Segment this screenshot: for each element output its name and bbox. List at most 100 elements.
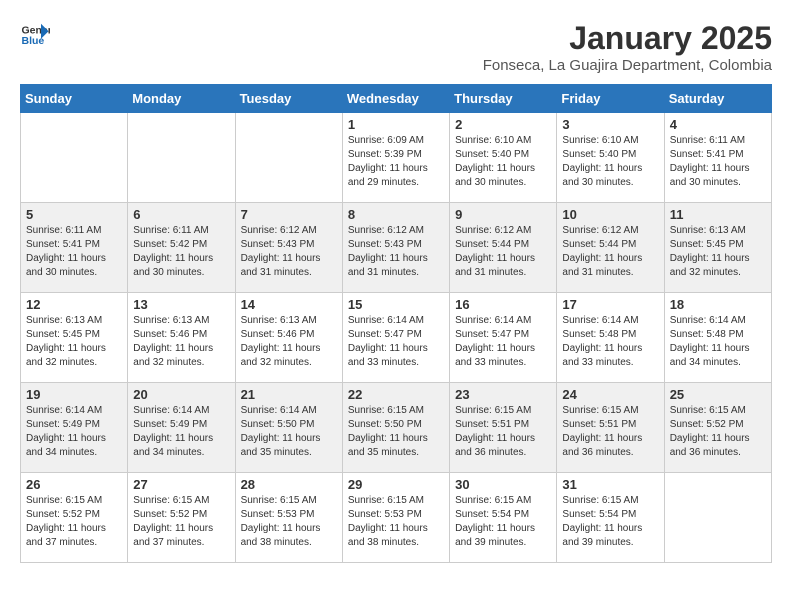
calendar-cell: 20 Sunrise: 6:14 AM Sunset: 5:49 PM Dayli… [128, 383, 235, 473]
day-info: Sunrise: 6:14 AM Sunset: 5:47 PM Dayligh… [455, 314, 551, 370]
day-number: 20 [133, 387, 229, 402]
day-info: Sunrise: 6:09 AM Sunset: 5:39 PM Dayligh… [348, 134, 444, 190]
day-info: Sunrise: 6:12 AM Sunset: 5:44 PM Dayligh… [455, 224, 551, 280]
calendar-cell: 26 Sunrise: 6:15 AM Sunset: 5:52 PM Dayli… [21, 473, 128, 563]
day-number: 17 [562, 297, 658, 312]
calendar-cell: 31 Sunrise: 6:15 AM Sunset: 5:54 PM Dayli… [557, 473, 664, 563]
calendar-cell: 17 Sunrise: 6:14 AM Sunset: 5:48 PM Dayli… [557, 293, 664, 383]
day-number: 19 [26, 387, 122, 402]
day-number: 24 [562, 387, 658, 402]
day-info: Sunrise: 6:14 AM Sunset: 5:48 PM Dayligh… [562, 314, 658, 370]
day-number: 12 [26, 297, 122, 312]
calendar-cell: 13 Sunrise: 6:13 AM Sunset: 5:46 PM Dayli… [128, 293, 235, 383]
title-block: January 2025 Fonseca, La Guajira Departm… [483, 20, 772, 74]
svg-text:Blue: Blue [22, 35, 45, 47]
day-info: Sunrise: 6:15 AM Sunset: 5:54 PM Dayligh… [455, 494, 551, 550]
day-info: Sunrise: 6:13 AM Sunset: 5:46 PM Dayligh… [241, 314, 337, 370]
day-info: Sunrise: 6:15 AM Sunset: 5:50 PM Dayligh… [348, 404, 444, 460]
day-number: 31 [562, 477, 658, 492]
calendar-cell: 9 Sunrise: 6:12 AM Sunset: 5:44 PM Daylig… [450, 203, 557, 293]
day-number: 28 [241, 477, 337, 492]
calendar-week-row: 19 Sunrise: 6:14 AM Sunset: 5:49 PM Dayli… [21, 383, 772, 473]
calendar-cell [235, 113, 342, 203]
day-number: 29 [348, 477, 444, 492]
day-number: 18 [670, 297, 766, 312]
calendar-cell [128, 113, 235, 203]
calendar-day-header: Thursday [450, 85, 557, 113]
calendar-cell: 3Sunrise: 6:10 AM Sunset: 5:40 PM Daylig… [557, 113, 664, 203]
calendar-cell: 25Sunrise: 6:15 AM Sunset: 5:52 PM Dayli… [664, 383, 771, 473]
logo-icon: General Blue [20, 20, 50, 50]
day-info: Sunrise: 6:13 AM Sunset: 5:45 PM Dayligh… [26, 314, 122, 370]
calendar-header-row: SundayMondayTuesdayWednesdayThursdayFrid… [21, 85, 772, 113]
day-number: 25 [670, 387, 766, 402]
calendar-cell: 23Sunrise: 6:15 AM Sunset: 5:51 PM Dayli… [450, 383, 557, 473]
calendar-cell: 29 Sunrise: 6:15 AM Sunset: 5:53 PM Dayli… [342, 473, 449, 563]
day-number: 10 [562, 207, 658, 222]
calendar-cell: 16 Sunrise: 6:14 AM Sunset: 5:47 PM Dayli… [450, 293, 557, 383]
day-number: 30 [455, 477, 551, 492]
day-info: Sunrise: 6:13 AM Sunset: 5:45 PM Dayligh… [670, 224, 766, 280]
calendar-cell: 7Sunrise: 6:12 AM Sunset: 5:43 PM Daylig… [235, 203, 342, 293]
page-header: General Blue January 2025 Fonseca, La Gu… [20, 20, 772, 74]
day-info: Sunrise: 6:14 AM Sunset: 5:50 PM Dayligh… [241, 404, 337, 460]
day-number: 9 [455, 207, 551, 222]
calendar-day-header: Wednesday [342, 85, 449, 113]
day-info: Sunrise: 6:14 AM Sunset: 5:48 PM Dayligh… [670, 314, 766, 370]
calendar-cell: 12 Sunrise: 6:13 AM Sunset: 5:45 PM Dayli… [21, 293, 128, 383]
day-number: 1 [348, 117, 444, 132]
calendar-cell: 27 Sunrise: 6:15 AM Sunset: 5:52 PM Dayli… [128, 473, 235, 563]
day-number: 22 [348, 387, 444, 402]
day-info: Sunrise: 6:12 AM Sunset: 5:44 PM Dayligh… [562, 224, 658, 280]
calendar-week-row: 12 Sunrise: 6:13 AM Sunset: 5:45 PM Dayli… [21, 293, 772, 383]
calendar-cell: 30 Sunrise: 6:15 AM Sunset: 5:54 PM Dayli… [450, 473, 557, 563]
day-number: 6 [133, 207, 229, 222]
calendar-cell: 6 Sunrise: 6:11 AM Sunset: 5:42 PM Daylig… [128, 203, 235, 293]
calendar-day-header: Tuesday [235, 85, 342, 113]
day-number: 11 [670, 207, 766, 222]
day-number: 27 [133, 477, 229, 492]
day-info: Sunrise: 6:15 AM Sunset: 5:51 PM Dayligh… [562, 404, 658, 460]
calendar-cell: 4 Sunrise: 6:11 AM Sunset: 5:41 PM Daylig… [664, 113, 771, 203]
calendar-cell: 2Sunrise: 6:10 AM Sunset: 5:40 PM Daylig… [450, 113, 557, 203]
calendar-cell: 21 Sunrise: 6:14 AM Sunset: 5:50 PM Dayli… [235, 383, 342, 473]
day-info: Sunrise: 6:11 AM Sunset: 5:42 PM Dayligh… [133, 224, 229, 280]
calendar-cell: 18 Sunrise: 6:14 AM Sunset: 5:48 PM Dayli… [664, 293, 771, 383]
day-info: Sunrise: 6:14 AM Sunset: 5:49 PM Dayligh… [133, 404, 229, 460]
calendar-day-header: Sunday [21, 85, 128, 113]
day-number: 2 [455, 117, 551, 132]
day-info: Sunrise: 6:13 AM Sunset: 5:46 PM Dayligh… [133, 314, 229, 370]
calendar-cell: 11 Sunrise: 6:13 AM Sunset: 5:45 PM Dayli… [664, 203, 771, 293]
day-info: Sunrise: 6:14 AM Sunset: 5:47 PM Dayligh… [348, 314, 444, 370]
day-number: 5 [26, 207, 122, 222]
day-info: Sunrise: 6:15 AM Sunset: 5:52 PM Dayligh… [133, 494, 229, 550]
calendar-cell: 5Sunrise: 6:11 AM Sunset: 5:41 PM Daylig… [21, 203, 128, 293]
day-info: Sunrise: 6:15 AM Sunset: 5:51 PM Dayligh… [455, 404, 551, 460]
day-info: Sunrise: 6:15 AM Sunset: 5:53 PM Dayligh… [348, 494, 444, 550]
day-info: Sunrise: 6:14 AM Sunset: 5:49 PM Dayligh… [26, 404, 122, 460]
calendar-week-row: 26 Sunrise: 6:15 AM Sunset: 5:52 PM Dayli… [21, 473, 772, 563]
day-info: Sunrise: 6:15 AM Sunset: 5:52 PM Dayligh… [26, 494, 122, 550]
calendar-week-row: 1 Sunrise: 6:09 AM Sunset: 5:39 PM Daylig… [21, 113, 772, 203]
calendar-cell: 19 Sunrise: 6:14 AM Sunset: 5:49 PM Dayli… [21, 383, 128, 473]
day-info: Sunrise: 6:15 AM Sunset: 5:54 PM Dayligh… [562, 494, 658, 550]
day-info: Sunrise: 6:12 AM Sunset: 5:43 PM Dayligh… [348, 224, 444, 280]
day-number: 15 [348, 297, 444, 312]
calendar-cell: 14 Sunrise: 6:13 AM Sunset: 5:46 PM Dayli… [235, 293, 342, 383]
calendar-cell [21, 113, 128, 203]
calendar-cell: 22 Sunrise: 6:15 AM Sunset: 5:50 PM Dayli… [342, 383, 449, 473]
day-number: 16 [455, 297, 551, 312]
day-info: Sunrise: 6:11 AM Sunset: 5:41 PM Dayligh… [670, 134, 766, 190]
calendar-cell: 8Sunrise: 6:12 AM Sunset: 5:43 PM Daylig… [342, 203, 449, 293]
calendar-cell: 1 Sunrise: 6:09 AM Sunset: 5:39 PM Daylig… [342, 113, 449, 203]
day-number: 21 [241, 387, 337, 402]
calendar-table: SundayMondayTuesdayWednesdayThursdayFrid… [20, 84, 772, 563]
day-info: Sunrise: 6:12 AM Sunset: 5:43 PM Dayligh… [241, 224, 337, 280]
day-number: 4 [670, 117, 766, 132]
calendar-cell [664, 473, 771, 563]
day-number: 14 [241, 297, 337, 312]
day-number: 13 [133, 297, 229, 312]
calendar-cell: 24 Sunrise: 6:15 AM Sunset: 5:51 PM Dayli… [557, 383, 664, 473]
calendar-cell: 15 Sunrise: 6:14 AM Sunset: 5:47 PM Dayli… [342, 293, 449, 383]
day-number: 26 [26, 477, 122, 492]
